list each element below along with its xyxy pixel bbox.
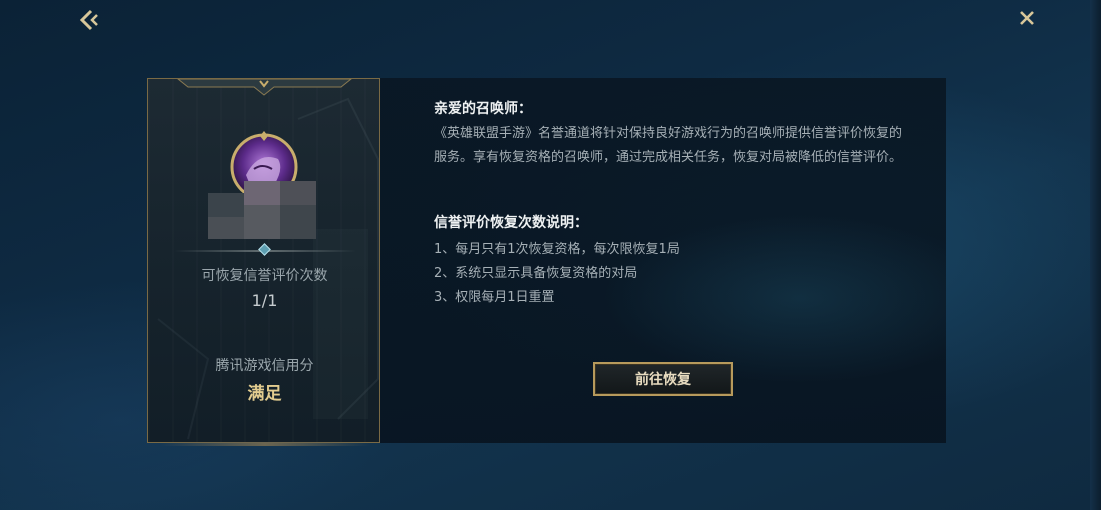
screen-edge xyxy=(1090,0,1101,510)
credit-score-label: 腾讯游戏信用分 xyxy=(215,358,314,374)
intro-text: 《英雄联盟手游》名誉通道将针对保持良好游戏行为的召唤师提供信誉评价恢复的服务。享… xyxy=(434,126,903,165)
card-bottom-bar xyxy=(160,442,370,446)
blurred-name xyxy=(208,181,318,239)
restore-count-label: 可恢复信誉评价次数 xyxy=(201,268,328,284)
back-button[interactable] xyxy=(76,6,104,34)
info-panel: 亲爱的召唤师： 《英雄联盟手游》名誉通道将针对保持良好游戏行为的召唤师提供信誉评… xyxy=(380,78,946,443)
rule-item: 2、系统只显示具备恢复资格的对局 xyxy=(434,266,638,281)
rule-item: 3、权限每月1日重置 xyxy=(434,290,555,305)
close-button[interactable] xyxy=(1014,6,1040,30)
credit-score-status: 满足 xyxy=(247,384,282,404)
greeting-heading: 亲爱的召唤师： xyxy=(434,101,532,117)
divider-gem-icon xyxy=(258,243,271,256)
rules-list: 1、每月只有1次恢复资格，每次限恢复1局 2、系统只显示具备恢复资格的对局 3、… xyxy=(434,238,680,310)
close-icon xyxy=(1020,11,1034,25)
rules-heading: 信誉评价恢复次数说明： xyxy=(434,215,588,231)
chevron-left-icon xyxy=(79,9,98,31)
go-restore-button[interactable]: 前往恢复 xyxy=(593,362,733,396)
restore-count-value: 1/1 xyxy=(251,291,278,310)
profile-card: 可恢复信誉评价次数 1/1 腾讯游戏信用分 满足 xyxy=(147,78,380,443)
rule-item: 1、每月只有1次恢复资格，每次限恢复1局 xyxy=(434,242,680,257)
